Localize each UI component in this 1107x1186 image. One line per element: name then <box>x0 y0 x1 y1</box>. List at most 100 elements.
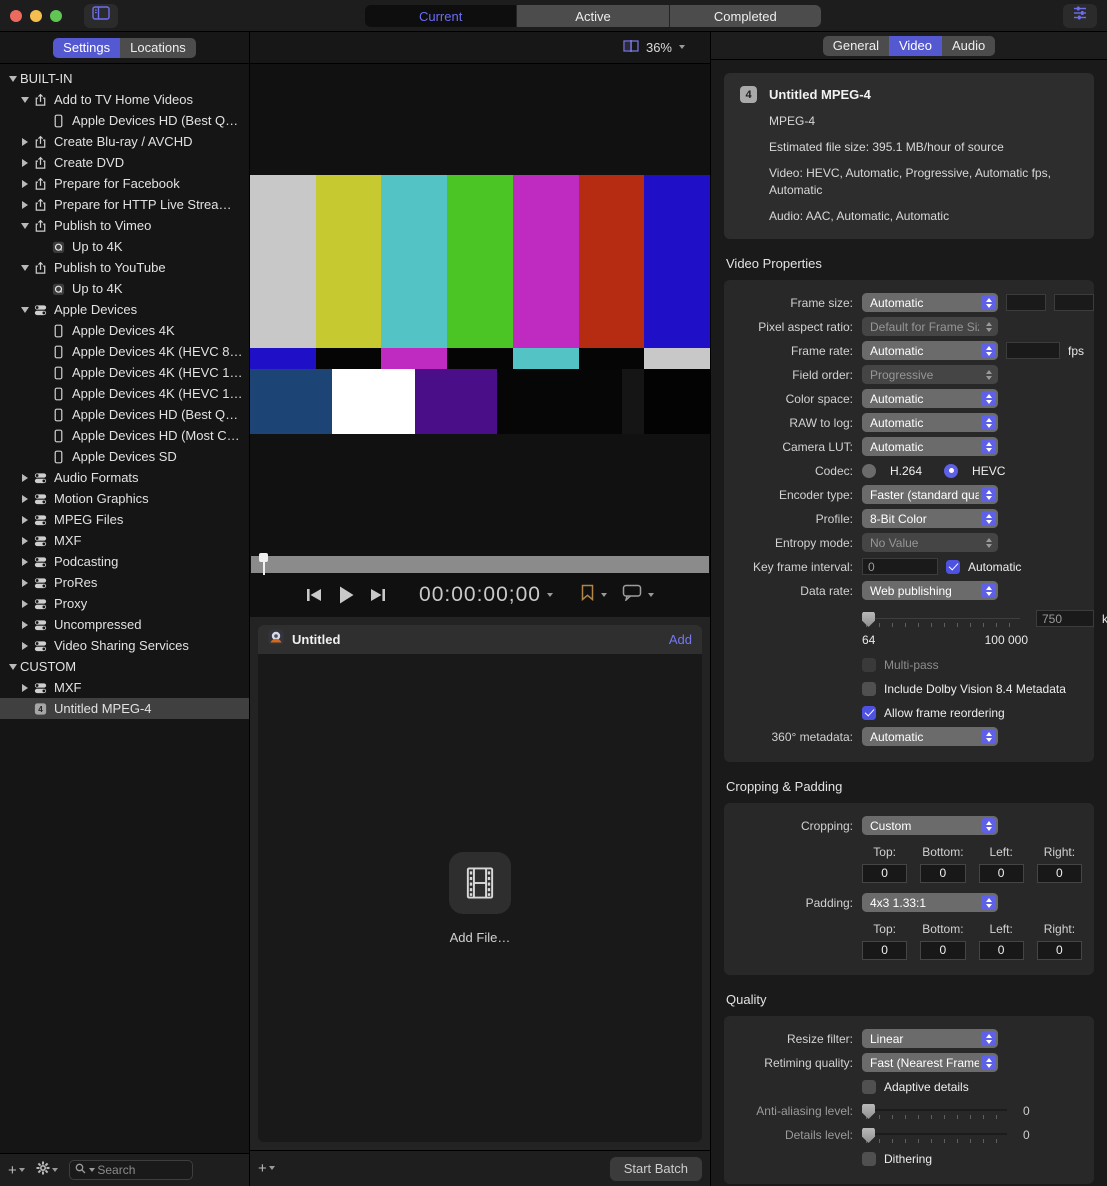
frame-width-field[interactable] <box>1006 294 1046 311</box>
tree-item-video-sharing-services[interactable]: Video Sharing Services <box>0 635 249 656</box>
disclosure-triangle-icon[interactable] <box>18 621 32 629</box>
add-output-button[interactable]: + <box>258 1160 276 1177</box>
frame-reordering-checkbox[interactable] <box>862 706 876 720</box>
tree-item-motion-graphics[interactable]: Motion Graphics <box>0 488 249 509</box>
playhead-marker[interactable] <box>259 553 268 575</box>
frame-size-popup[interactable]: Automatic <box>862 293 998 312</box>
toggle-sidebar-button[interactable] <box>84 4 118 28</box>
disclosure-triangle-icon[interactable] <box>18 516 32 524</box>
adaptive-details-checkbox[interactable] <box>862 1080 876 1094</box>
add-setting-button[interactable]: + <box>8 1162 26 1179</box>
key-frame-interval-field[interactable]: 0 <box>862 558 938 575</box>
data-rate-amount-field[interactable]: 750 <box>1036 610 1094 627</box>
timeline-scrubber[interactable] <box>251 556 709 573</box>
tree-item-proxy[interactable]: Proxy <box>0 593 249 614</box>
cropping-popup[interactable]: Custom <box>862 816 998 835</box>
disclosure-triangle-icon[interactable] <box>18 579 32 587</box>
tree-item-up-to-4k[interactable]: Up to 4K <box>0 278 249 299</box>
color-space-popup[interactable]: Automatic <box>862 389 998 408</box>
tree-item-prepare-for-facebook[interactable]: Prepare for Facebook <box>0 173 249 194</box>
tree-item-audio-formats[interactable]: Audio Formats <box>0 467 249 488</box>
tab-active[interactable]: Active <box>516 5 668 27</box>
key-frame-automatic-checkbox[interactable] <box>946 560 960 574</box>
tree-item-publish-to-vimeo[interactable]: Publish to Vimeo <box>0 215 249 236</box>
add-file-label[interactable]: Add File… <box>450 930 511 945</box>
tree-item-podcasting[interactable]: Podcasting <box>0 551 249 572</box>
tree-item-apple-devices[interactable]: Apple Devices <box>0 299 249 320</box>
frame-rate-field[interactable] <box>1006 342 1060 359</box>
search-input[interactable] <box>97 1163 186 1177</box>
disclosure-triangle-icon[interactable] <box>18 642 32 650</box>
disclosure-triangle-icon[interactable] <box>18 558 32 566</box>
tab-locations[interactable]: Locations <box>120 38 196 58</box>
tree-item-apple-devices-4k-hevc-8[interactable]: Apple Devices 4K (HEVC 8… <box>0 341 249 362</box>
frame-height-field[interactable] <box>1054 294 1094 311</box>
data-rate-popup[interactable]: Web publishing <box>862 581 998 600</box>
play-button[interactable] <box>337 585 355 605</box>
tree-item-apple-devices-sd[interactable]: Apple Devices SD <box>0 446 249 467</box>
disclosure-triangle-icon[interactable] <box>18 600 32 608</box>
disclosure-triangle-icon[interactable] <box>18 97 32 103</box>
disclosure-triangle-icon[interactable] <box>18 223 32 229</box>
go-to-start-button[interactable] <box>305 587 323 603</box>
go-to-end-button[interactable] <box>369 587 387 603</box>
tab-audio[interactable]: Audio <box>942 36 995 56</box>
raw-to-log-popup[interactable]: Automatic <box>862 413 998 432</box>
marker-menu[interactable] <box>580 584 608 606</box>
frame-rate-popup[interactable]: Automatic <box>862 341 998 360</box>
disclosure-triangle-icon[interactable] <box>18 159 32 167</box>
disclosure-triangle-icon[interactable] <box>6 76 20 82</box>
tree-item-custom[interactable]: CUSTOM <box>0 656 249 677</box>
anti-aliasing-slider[interactable] <box>862 1101 1007 1121</box>
data-rate-slider[interactable] <box>862 609 1020 629</box>
crop-top-field[interactable]: 0 <box>862 864 907 883</box>
tree-item-up-to-4k[interactable]: Up to 4K <box>0 236 249 257</box>
tree-item-built-in[interactable]: BUILT-IN <box>0 68 249 89</box>
details-level-slider[interactable] <box>862 1125 1007 1145</box>
tree-item-add-to-tv-home-videos[interactable]: Add to TV Home Videos <box>0 89 249 110</box>
tree-item-apple-devices-hd-most-c[interactable]: Apple Devices HD (Most C… <box>0 425 249 446</box>
tab-current[interactable]: Current <box>365 5 516 27</box>
tree-item-mxf[interactable]: MXF <box>0 530 249 551</box>
dolby-vision-checkbox[interactable] <box>862 682 876 696</box>
tree-item-untitled-mpeg-4[interactable]: 4Untitled MPEG-4 <box>0 698 249 719</box>
batch-dropzone[interactable]: Add File… <box>258 654 702 1142</box>
zoom-level-dropdown[interactable]: 36% <box>646 40 672 55</box>
padding-popup[interactable]: 4x3 1.33:1 <box>862 893 998 912</box>
disclosure-triangle-icon[interactable] <box>18 537 32 545</box>
codec-hevc-radio[interactable] <box>944 464 958 478</box>
retiming-quality-popup[interactable]: Fast (Nearest Frame) <box>862 1053 998 1072</box>
crop-right-field[interactable]: 0 <box>1037 864 1082 883</box>
disclosure-triangle-icon[interactable] <box>18 684 32 692</box>
action-menu-button[interactable] <box>36 1161 59 1179</box>
tab-general[interactable]: General <box>823 36 889 56</box>
pad-bottom-field[interactable]: 0 <box>920 941 965 960</box>
tree-item-prepare-for-http-live-strea[interactable]: Prepare for HTTP Live Strea… <box>0 194 249 215</box>
pad-left-field[interactable]: 0 <box>979 941 1024 960</box>
encoder-type-popup[interactable]: Faster (standard qua… <box>862 485 998 504</box>
minimize-window-button[interactable] <box>30 10 42 22</box>
disclosure-triangle-icon[interactable] <box>18 201 32 209</box>
tree-item-apple-devices-hd-best-q[interactable]: Apple Devices HD (Best Q… <box>0 404 249 425</box>
tree-item-apple-devices-4k-hevc-1[interactable]: Apple Devices 4K (HEVC 1… <box>0 362 249 383</box>
tree-item-mpeg-files[interactable]: MPEG Files <box>0 509 249 530</box>
disclosure-triangle-icon[interactable] <box>18 138 32 146</box>
dithering-checkbox[interactable] <box>862 1152 876 1166</box>
disclosure-triangle-icon[interactable] <box>18 474 32 482</box>
tree-item-uncompressed[interactable]: Uncompressed <box>0 614 249 635</box>
tree-item-apple-devices-4k[interactable]: Apple Devices 4K <box>0 320 249 341</box>
start-batch-button[interactable]: Start Batch <box>610 1157 702 1181</box>
toggle-inspector-button[interactable] <box>1063 4 1097 28</box>
resize-filter-popup[interactable]: Linear <box>862 1029 998 1048</box>
search-field[interactable] <box>69 1160 193 1180</box>
camera-lut-popup[interactable]: Automatic <box>862 437 998 456</box>
disclosure-triangle-icon[interactable] <box>18 307 32 313</box>
profile-popup[interactable]: 8-Bit Color <box>862 509 998 528</box>
tab-completed[interactable]: Completed <box>669 5 821 27</box>
codec-h264-radio[interactable] <box>862 464 876 478</box>
timecode-dropdown[interactable]: 00:00:00;00 <box>401 583 554 607</box>
tree-item-prores[interactable]: ProRes <box>0 572 249 593</box>
metadata-360-popup[interactable]: Automatic <box>862 727 998 746</box>
tab-settings[interactable]: Settings <box>53 38 120 58</box>
tree-item-apple-devices-hd-best-q[interactable]: Apple Devices HD (Best Q… <box>0 110 249 131</box>
